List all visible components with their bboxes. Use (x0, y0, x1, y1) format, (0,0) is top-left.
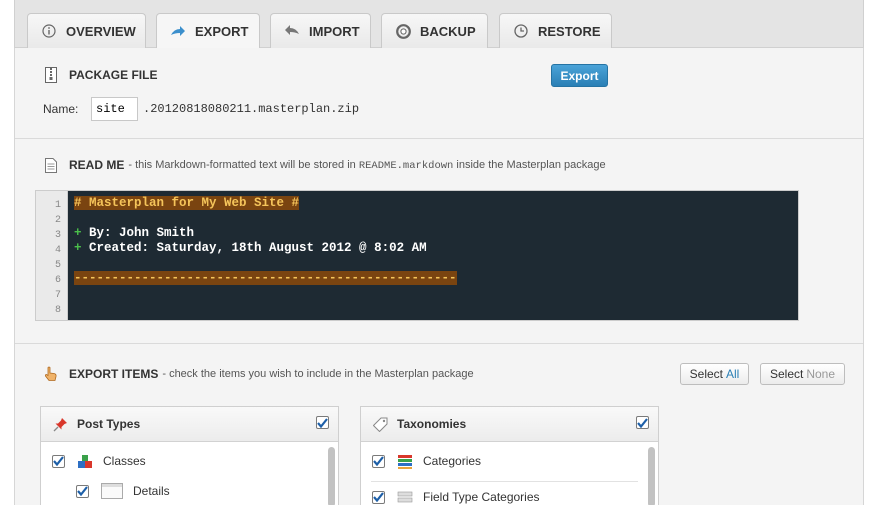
import-arrow-icon (284, 23, 300, 39)
tab-label: EXPORT (195, 24, 249, 39)
tab-bar: OVERVIEW EXPORT IMPORT BACKUP RESTORE (14, 0, 864, 49)
post-types-checkbox[interactable] (316, 416, 329, 429)
box-title: Post Types (77, 417, 141, 431)
item-label: Classes (103, 454, 146, 468)
gray-bars-icon (396, 489, 414, 505)
tab-label: OVERVIEW (66, 23, 136, 39)
taxonomies-header: Taxonomies (361, 407, 658, 442)
window-icon (100, 483, 124, 499)
code-author: By: John Smith (81, 226, 195, 240)
export-button[interactable]: Export (551, 64, 608, 87)
select-none-button[interactable]: Select None (760, 363, 845, 385)
tab-overview[interactable]: OVERVIEW (27, 13, 146, 48)
export-arrow-icon (170, 24, 186, 40)
line-number: 5 (54, 260, 61, 271)
stacked-bars-icon (396, 453, 414, 469)
tab-restore[interactable]: RESTORE (499, 13, 612, 48)
tab-export[interactable]: EXPORT (156, 13, 260, 49)
item-label: Field Type Categories (423, 490, 540, 504)
item-checkbox[interactable] (372, 454, 385, 468)
scrollbar[interactable] (648, 447, 655, 505)
item-checkbox[interactable] (372, 490, 385, 504)
export-items-description: - check the items you wish to include in… (162, 368, 474, 380)
code-line: + By: John Smith (74, 226, 195, 240)
item-checkbox[interactable] (76, 484, 89, 498)
divider (15, 138, 863, 139)
line-number-gutter: 1 2 3 4 5 6 7 8 (36, 191, 68, 320)
post-types-header: Post Types (41, 407, 338, 442)
line-number: 1 (54, 200, 61, 211)
button-label-accent: All (726, 367, 740, 381)
tab-backup[interactable]: BACKUP (381, 13, 488, 48)
item-divider (371, 481, 638, 482)
hand-pointer-icon (43, 365, 59, 383)
zip-file-icon (43, 66, 59, 84)
select-all-button[interactable]: Select All (680, 363, 749, 385)
taxonomy-item[interactable]: Categories (372, 453, 481, 469)
scrollbar[interactable] (328, 447, 335, 505)
code-heading: # Masterplan for My Web Site # (74, 196, 300, 210)
readme-header: READ ME - this Markdown-formatted text w… (43, 156, 606, 174)
section-title: EXPORT ITEMS (69, 367, 159, 381)
code-area[interactable]: # Masterplan for My Web Site # + By: Joh… (68, 191, 798, 320)
readme-editor[interactable]: 1 2 3 4 5 6 7 8 # Masterplan for My Web … (35, 190, 799, 321)
package-file-header: PACKAGE FILE (43, 66, 161, 84)
divider (15, 343, 863, 344)
clock-icon (513, 23, 529, 39)
code-created: Created: Saturday, 18th August 2012 @ 8:… (81, 241, 427, 255)
taxonomies-checkbox[interactable] (636, 416, 649, 429)
package-name-suffix: .20120818080211.masterplan.zip (143, 102, 360, 116)
box-title: Taxonomies (397, 417, 467, 431)
post-type-item[interactable]: Details (76, 483, 170, 499)
readme-desc-post: inside the Masterplan package (456, 158, 606, 171)
info-icon (41, 23, 57, 39)
taxonomies-box: Taxonomies Categories Field Type Categor… (360, 406, 659, 505)
code-line: # Masterplan for My Web Site # (74, 196, 798, 211)
line-number: 6 (54, 275, 61, 286)
line-number: 7 (54, 290, 61, 301)
line-number: 3 (54, 230, 61, 241)
button-label: Select (769, 367, 804, 381)
button-label: Select (689, 367, 723, 381)
post-types-box: Post Types Classes Details (40, 406, 339, 505)
tab-label: IMPORT (309, 23, 360, 39)
item-label: Categories (423, 454, 482, 468)
tag-icon (372, 416, 388, 432)
section-title: PACKAGE FILE (69, 68, 158, 82)
taxonomy-item[interactable]: Field Type Categories (372, 489, 540, 505)
tab-label: RESTORE (538, 23, 601, 39)
post-type-item[interactable]: Classes (52, 453, 146, 469)
code-line: ----------------------------------------… (74, 271, 798, 286)
document-icon (43, 156, 59, 174)
code-rule: ----------------------------------------… (74, 271, 457, 285)
readme-description: - this Markdown-formatted text will be s… (128, 159, 605, 172)
readme-desc-pre: - this Markdown-formatted text will be s… (128, 158, 356, 171)
item-label: Details (133, 484, 170, 498)
code-line: + Created: Saturday, 18th August 2012 @ … (74, 241, 427, 255)
readme-filename: README.markdown (358, 159, 454, 172)
name-label: Name: (43, 102, 79, 116)
pushpin-icon (52, 416, 68, 432)
lifebuoy-icon (395, 23, 411, 39)
item-checkbox[interactable] (52, 454, 65, 468)
export-panel: PACKAGE FILE Export Name: .2012081808021… (14, 48, 864, 505)
tab-import[interactable]: IMPORT (270, 13, 371, 48)
line-number: 4 (54, 245, 61, 256)
package-name-input[interactable] (91, 97, 138, 121)
line-number: 2 (54, 215, 61, 226)
line-number: 8 (54, 305, 61, 316)
tab-label: BACKUP (420, 23, 476, 39)
section-title: READ ME (69, 158, 125, 172)
blocks-icon (76, 453, 94, 469)
button-label-muted: None (806, 367, 836, 381)
export-items-header: EXPORT ITEMS - check the items you wish … (43, 365, 474, 383)
